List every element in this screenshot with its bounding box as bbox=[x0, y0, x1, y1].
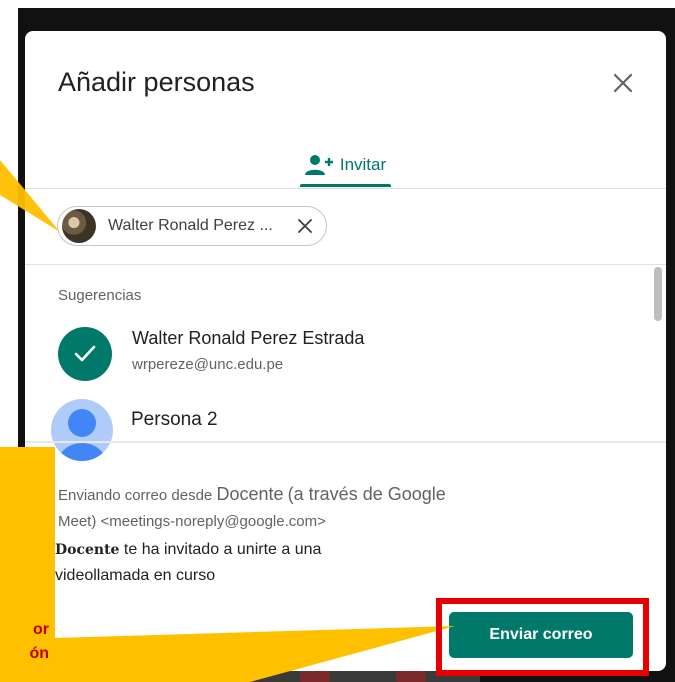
invite-sender-name: Docente bbox=[55, 542, 120, 558]
checkmark-icon bbox=[74, 345, 96, 362]
invite-message-part1: te ha invitado a unirte a una bbox=[123, 541, 322, 558]
suggestions-scrollbar[interactable] bbox=[654, 267, 662, 321]
sender-service: Meet) <meetings-noreply@google.com> bbox=[58, 513, 326, 530]
divider bbox=[25, 188, 666, 189]
suggestion-email: wrpereze@unc.edu.pe bbox=[132, 356, 284, 373]
selected-person-chip[interactable]: Walter Ronald Perez ... bbox=[57, 206, 327, 246]
close-icon bbox=[613, 73, 633, 93]
invite-message-part2: videollamada en curso bbox=[55, 567, 216, 584]
suggestion-name[interactable]: Walter Ronald Perez Estrada bbox=[132, 328, 364, 349]
tab-invite-label: Invitar bbox=[339, 155, 387, 174]
tab-invite[interactable]: Invitar bbox=[297, 143, 393, 187]
avatar-person-icon bbox=[58, 443, 106, 461]
divider bbox=[25, 264, 666, 265]
chip-avatar bbox=[62, 209, 96, 243]
person-add-icon bbox=[304, 155, 333, 175]
invite-message: Docente te ha invitado a unirte a una vi… bbox=[55, 537, 415, 588]
tab-active-indicator bbox=[300, 184, 391, 187]
chip-remove-button[interactable] bbox=[294, 215, 316, 237]
sender-via: (a través de Google bbox=[287, 484, 446, 504]
dialog-title: Añadir personas bbox=[58, 67, 255, 97]
add-people-dialog: Añadir personas Invitar Walter Ronald Pe… bbox=[25, 31, 666, 671]
suggestion-avatar[interactable] bbox=[51, 399, 113, 461]
annotation-line-2: ón bbox=[29, 645, 49, 662]
close-button[interactable] bbox=[605, 65, 641, 101]
suggestion-selected-avatar[interactable] bbox=[58, 327, 112, 381]
sender-info: Enviando correo desde Docente (a través … bbox=[58, 481, 578, 535]
close-icon bbox=[298, 219, 312, 233]
avatar-person-icon bbox=[68, 409, 96, 437]
send-email-button[interactable]: Enviar correo bbox=[449, 612, 633, 658]
sender-prefix: Enviando correo desde bbox=[58, 487, 213, 504]
divider bbox=[25, 441, 666, 443]
suggestions-heading: Sugerencias bbox=[58, 287, 142, 304]
annotation-line-1: or bbox=[33, 621, 49, 638]
chip-label: Walter Ronald Perez ... bbox=[108, 217, 273, 234]
suggestion-name[interactable]: Persona 2 bbox=[131, 409, 218, 431]
sender-name: Docente bbox=[216, 484, 284, 504]
annotation-text: or ón bbox=[0, 618, 55, 666]
